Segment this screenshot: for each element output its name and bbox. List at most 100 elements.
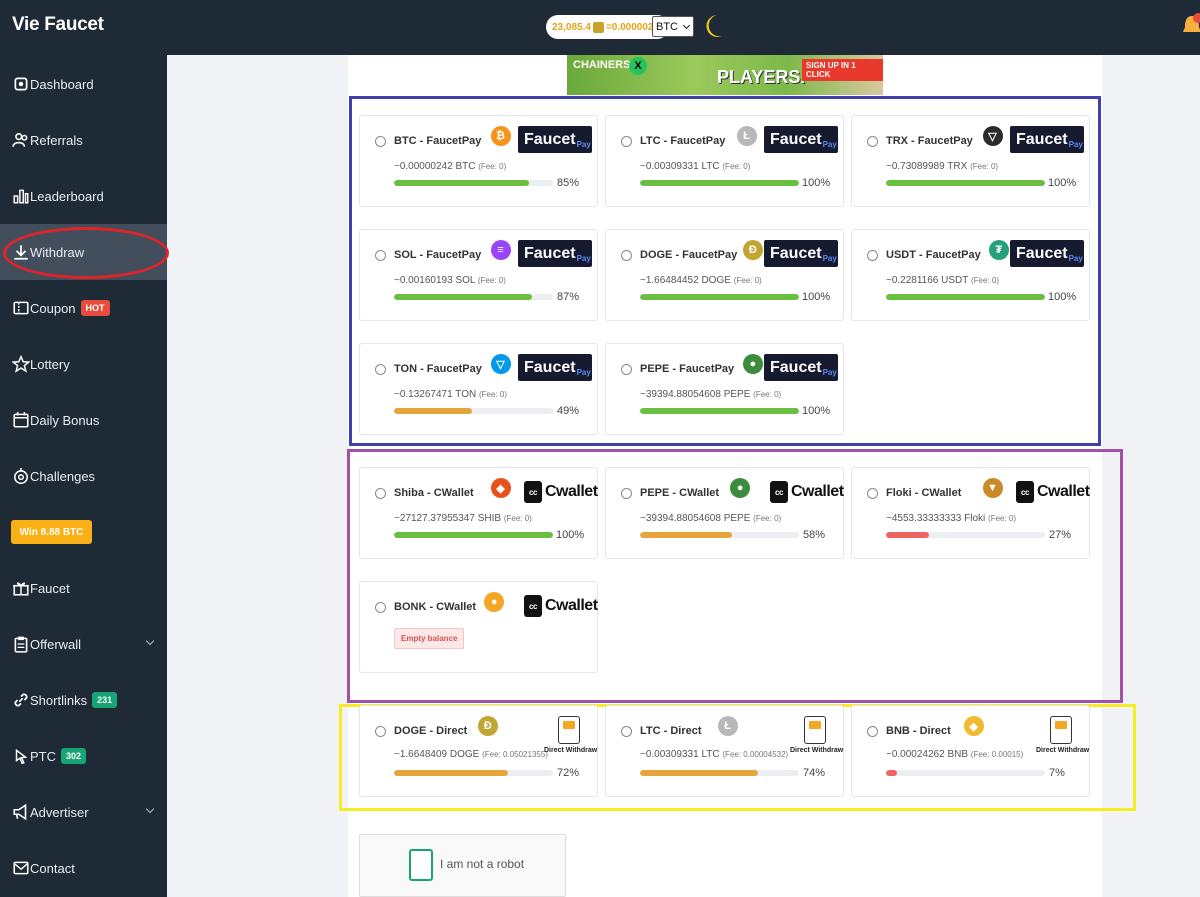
option-title: BTC - FaucetPay <box>394 135 482 147</box>
progress-percent: 100% <box>802 291 831 303</box>
coins-icon <box>592 21 604 33</box>
sidebar-item-label: Advertiser <box>30 804 89 820</box>
coin-icon: ₿ <box>490 126 511 146</box>
withdraw-option-trx-faucetpay[interactable]: TRX - FaucetPay ▽ Faucet Pay ~0.73089989 TRX… <box>851 115 1090 207</box>
progress-fill <box>886 770 898 776</box>
option-title: PEPE - CWallet <box>640 487 720 499</box>
captcha-widget[interactable]: I am not a robot <box>359 834 566 897</box>
sidebar-item-contact[interactable]: Contact <box>0 840 167 896</box>
option-title: DOGE - Direct <box>394 725 468 737</box>
sidebar-item-advertiser[interactable]: Advertiser <box>0 784 167 840</box>
token-balance: 23,085.4 <box>552 21 591 33</box>
sidebar-item-lottery[interactable]: Lottery <box>0 336 167 392</box>
sidebar-item-faucet[interactable]: Faucet <box>0 560 167 616</box>
win-btc-button[interactable]: Win 8.88 BTC <box>11 520 92 544</box>
withdraw-option-pepe-faucetpay[interactable]: PEPE - FaucetPay ● Faucet Pay ~39394.8805460… <box>605 343 844 435</box>
option-title: LTC - FaucetPay <box>640 135 726 147</box>
captcha-checkbox[interactable] <box>409 849 433 881</box>
withdraw-option-doge-faucetpay[interactable]: DOGE - FaucetPay Ð Faucet Pay ~1.66484452 DO… <box>605 229 844 321</box>
coin-icon: ▽ <box>982 126 1003 146</box>
option-radio[interactable] <box>867 488 878 499</box>
moon-icon[interactable] <box>703 12 725 40</box>
option-radio[interactable] <box>375 488 386 499</box>
option-radio[interactable] <box>375 364 386 375</box>
sidebar-item-ptc[interactable]: PTC 302 <box>0 728 167 784</box>
option-title: TRX - FaucetPay <box>886 135 973 147</box>
bell-icon[interactable] <box>1181 12 1200 40</box>
currency-select[interactable]: BTC <box>652 16 694 37</box>
option-amount: ~0.00160193 SOL (Fee: 0) <box>394 275 506 286</box>
option-radio[interactable] <box>867 250 878 261</box>
withdraw-option-sol-faucetpay[interactable]: SOL - FaucetPay ≡ Faucet Pay ~0.00160193 SOL… <box>359 229 598 321</box>
option-radio[interactable] <box>867 726 878 737</box>
banner-brand: CHAINERS <box>573 59 631 71</box>
sidebar-item-label: Faucet <box>30 580 70 596</box>
dashboard-icon <box>14 77 28 91</box>
option-radio[interactable] <box>621 726 632 737</box>
sidebar-item-leaderboard[interactable]: Leaderboard <box>0 168 167 224</box>
clipboard-icon <box>14 636 28 653</box>
option-radio[interactable] <box>375 250 386 261</box>
wallet-icon <box>804 716 826 744</box>
brand-logo[interactable]: Vie Faucet <box>12 14 104 36</box>
faucetpay-logo: Faucet Pay <box>518 354 592 381</box>
sidebar-item-coupon[interactable]: Coupon HOT <box>0 280 167 336</box>
sidebar-item-daily-bonus[interactable]: Daily Bonus <box>0 392 167 448</box>
sidebar-item-shortlinks[interactable]: Shortlinks 231 <box>0 672 167 728</box>
coin-icon: ▼ <box>982 478 1003 498</box>
option-radio[interactable] <box>621 488 632 499</box>
faucetpay-logo: Faucet Pay <box>1010 240 1084 267</box>
withdraw-option-ton-faucetpay[interactable]: TON - FaucetPay ▽ Faucet Pay ~0.13267471 TON… <box>359 343 598 435</box>
progress-percent: 100% <box>1048 177 1077 189</box>
progress-bar <box>886 180 1045 186</box>
withdraw-option-shiba-cwallet[interactable]: Shiba - CWallet ◆ cc Cwallet ~27127.37955347… <box>359 467 598 559</box>
option-radio[interactable] <box>621 250 632 261</box>
empty-balance-badge: Empty balance <box>394 628 465 649</box>
ad-banner[interactable]: CHAINERS X PLAYERS. SIGN UP IN 1 CLICK <box>567 55 883 95</box>
option-amount: ~4553.33333333 Floki (Fee: 0) <box>886 513 1017 524</box>
withdraw-option-pepe-cwallet[interactable]: PEPE - CWallet ● cc Cwallet ~39394.88054608 … <box>605 467 844 559</box>
withdraw-option-doge-direct[interactable]: DOGE - Direct Ð Direct Withdraw ~1.6648409 … <box>359 705 598 797</box>
option-radio[interactable] <box>375 602 386 613</box>
option-radio[interactable] <box>375 136 386 147</box>
progress-percent: 27% <box>1049 529 1072 541</box>
progress-fill <box>640 294 799 300</box>
option-amount: ~0.2281166 USDT (Fee: 0) <box>886 275 999 286</box>
sidebar-item-referrals[interactable]: Referrals <box>0 112 167 168</box>
sidebar-item-label: Leaderboard <box>30 188 104 204</box>
coin-icon: Ð <box>742 240 763 260</box>
progress-percent: 74% <box>803 767 826 779</box>
faucetpay-logo: Faucet Pay <box>764 354 838 381</box>
sidebar-item-label: Offerwall <box>30 636 82 652</box>
faucetpay-logo: Faucet Pay <box>518 240 592 267</box>
megaphone-icon <box>13 803 27 821</box>
sidebar-item-dashboard[interactable]: Dashboard <box>0 56 167 112</box>
option-title: BONK - CWallet <box>394 601 477 613</box>
progress-bar <box>886 294 1045 300</box>
sidebar-item-challenges[interactable]: Challenges <box>0 448 167 504</box>
sidebar-item-offerwall[interactable]: Offerwall <box>0 616 167 672</box>
option-radio[interactable] <box>375 726 386 737</box>
faucetpay-logo: Faucet Pay <box>764 240 838 267</box>
option-radio[interactable] <box>621 136 632 147</box>
coin-icon: ≡ <box>490 240 511 260</box>
progress-bar <box>640 408 799 414</box>
withdraw-option-ltc-faucetpay[interactable]: LTC - FaucetPay Ł Faucet Pay ~0.00309331 LTC… <box>605 115 844 207</box>
withdraw-option-bnb-direct[interactable]: BNB - Direct ◆ Direct Withdraw ~0.00024262 … <box>851 705 1090 797</box>
coin-icon: ₮ <box>988 240 1009 260</box>
withdraw-option-usdt-faucetpay[interactable]: USDT - FaucetPay ₮ Faucet Pay ~0.2281166 USD… <box>851 229 1090 321</box>
option-radio[interactable] <box>621 364 632 375</box>
option-radio[interactable] <box>867 136 878 147</box>
withdraw-option-ltc-direct[interactable]: LTC - Direct Ł Direct Withdraw ~0.00309331 … <box>605 705 844 797</box>
progress-percent: 7% <box>1049 767 1065 779</box>
withdraw-option-floki-cwallet[interactable]: Floki - CWallet ▼ cc Cwallet ~4553.33333333 … <box>851 467 1090 559</box>
progress-bar <box>640 770 799 776</box>
cwallet-logo: cc Cwallet <box>524 594 598 618</box>
withdraw-option-btc-faucetpay[interactable]: BTC - FaucetPay ₿ Faucet Pay ~0.00000242 BTC… <box>359 115 598 207</box>
withdraw-option-bonk-cwallet[interactable]: BONK - CWallet ● cc Cwallet Empty balance <box>359 581 598 673</box>
coin-icon: ▽ <box>490 354 511 374</box>
faucetpay-logo: Faucet Pay <box>518 126 592 153</box>
option-title: BNB - Direct <box>886 725 951 737</box>
star-icon <box>12 355 30 373</box>
option-amount: ~0.00000242 BTC (Fee: 0) <box>394 161 507 172</box>
